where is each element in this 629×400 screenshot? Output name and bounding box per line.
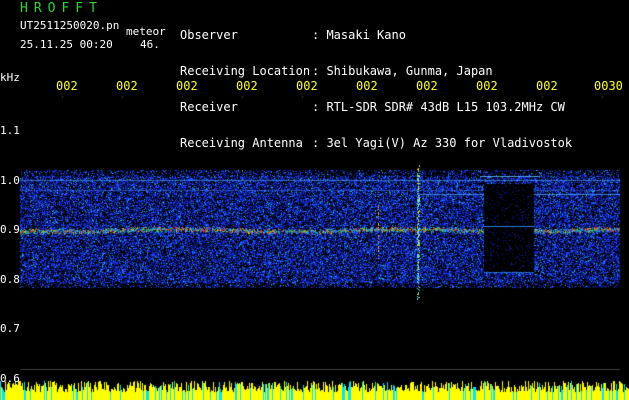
file-name: UT2511250020.pn: [20, 19, 120, 32]
y-tick-label: 1.1: [0, 124, 20, 137]
x-tick-label: 002: [56, 79, 78, 93]
receiver-label: Receiver: [180, 100, 238, 114]
station-info-values: : Masaki Kano : Shibukawa, Gunma, Japan …: [312, 5, 572, 173]
y-axis-unit: kHz: [0, 71, 20, 84]
location-label: Receiving Location: [180, 64, 311, 78]
x-tick-label: 002: [356, 79, 378, 93]
y-tick-label: 0.6: [0, 372, 20, 385]
y-tick-label: 0.8: [0, 272, 20, 286]
antenna-label: Receiving Antenna: [180, 136, 303, 150]
x-tick-label: 002: [176, 79, 198, 93]
x-tick-label: 002: [416, 79, 438, 93]
observer-value: : Masaki Kano: [312, 28, 406, 42]
receiver-value: : RTL-SDR SDR# 43dB L15 103.2MHz CW: [312, 100, 565, 114]
y-tick-label: 0.7: [0, 322, 20, 336]
x-tick-label: 002: [536, 79, 558, 93]
hrofft-window: HROFFT UT2511250020.pn meteor 25.11.25 0…: [0, 0, 629, 400]
observer-label: Observer: [180, 28, 238, 42]
app-title: HROFFT: [20, 1, 103, 16]
detection-count: 46.: [140, 38, 160, 51]
antenna-value: : 3el Yagi(V) Az 330 for Vladivostok: [312, 136, 573, 150]
x-tick-label: 002: [296, 79, 318, 93]
x-tick-label: 002: [236, 79, 258, 93]
x-tick-label: 0030: [594, 79, 623, 93]
y-tick-label: 1.0: [0, 173, 20, 187]
x-tick-label: 002: [116, 79, 138, 93]
x-tick-label: 002: [476, 79, 498, 93]
location-value: : Shibukawa, Gunma, Japan: [312, 64, 493, 78]
mode-label: meteor: [126, 25, 166, 38]
y-tick-label: 0.9: [0, 223, 20, 237]
date-time: 25.11.25 00:20: [20, 38, 113, 51]
